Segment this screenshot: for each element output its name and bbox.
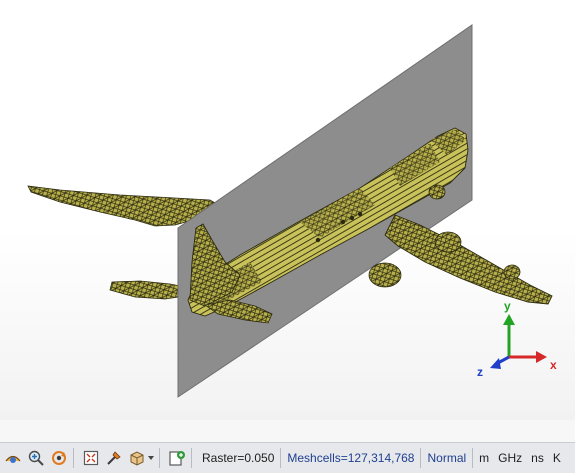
- axis-label-x: x: [550, 358, 557, 372]
- unit-temperature: K: [552, 451, 561, 465]
- axis-label-y: y: [504, 299, 511, 313]
- status-bar: Raster=0.050 Meshcells=127,314,768 Norma…: [0, 442, 575, 473]
- pick-tool-icon[interactable]: [104, 447, 124, 469]
- axis-triad: y x z: [477, 299, 557, 379]
- raster-readout: Raster=0.050: [202, 451, 275, 465]
- unit-time: ns: [531, 451, 544, 465]
- axis-label-z: z: [477, 365, 483, 379]
- engine-near-inner: [368, 262, 402, 288]
- export-icon[interactable]: [167, 447, 187, 469]
- units-display[interactable]: m GHz ns K: [473, 451, 561, 465]
- fit-view-icon[interactable]: [81, 447, 101, 469]
- near-wing: [384, 214, 553, 305]
- engine-near-outer: [434, 231, 462, 253]
- 3d-viewport[interactable]: y x z: [0, 0, 575, 420]
- chevron-down-icon[interactable]: [147, 447, 155, 469]
- rotate-icon[interactable]: [49, 447, 69, 469]
- view-options-icon[interactable]: [3, 447, 23, 469]
- winglet-pod: [503, 264, 521, 280]
- viewport-bottom-margin: [0, 420, 575, 442]
- tail-stabilizer-left: [109, 280, 186, 300]
- meshcells-readout: Meshcells=127,314,768: [287, 451, 415, 465]
- mode-readout[interactable]: Normal: [421, 451, 472, 465]
- unit-frequency: GHz: [498, 451, 523, 465]
- unit-length: m: [479, 451, 490, 465]
- engine-far: [428, 184, 446, 200]
- zoom-icon[interactable]: [26, 447, 46, 469]
- box-view-icon[interactable]: [127, 447, 147, 469]
- model-canvas[interactable]: y x z: [0, 0, 575, 420]
